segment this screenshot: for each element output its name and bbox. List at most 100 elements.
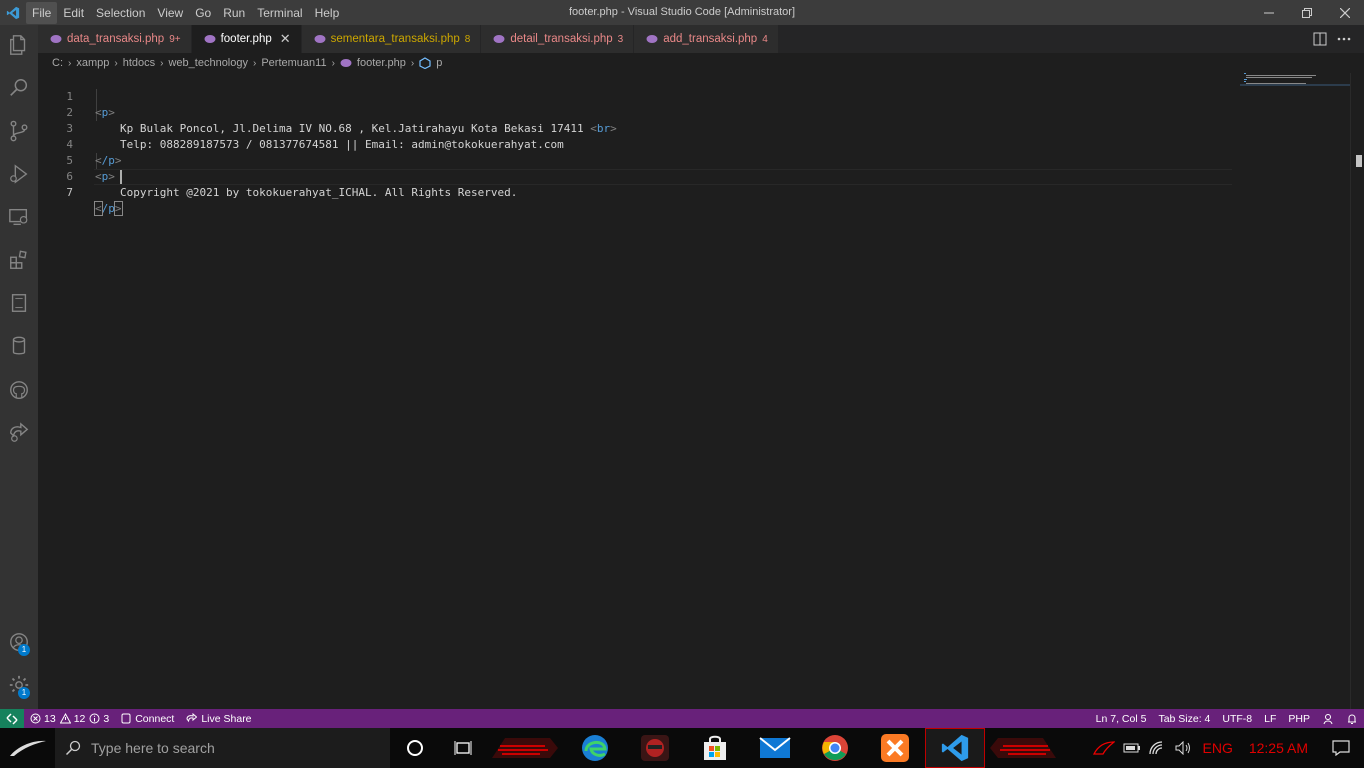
tab-data-transaksi[interactable]: data_transaksi.php 9+ [38,25,192,53]
taskbar-clock[interactable]: 12:25 AM [1239,740,1318,756]
github-icon[interactable] [0,370,38,410]
code-line: 4 </p> [38,121,1238,167]
activity-bar: 1 1 [0,25,38,709]
edge-browser-icon[interactable] [565,728,625,768]
breadcrumb-item[interactable]: htdocs [123,57,155,69]
menu-edit[interactable]: Edit [57,2,90,24]
settings-gear-icon[interactable]: 1 [0,665,38,705]
cortana-icon[interactable] [390,728,440,768]
language-mode[interactable]: PHP [1282,709,1316,728]
minimap[interactable] [1240,73,1350,93]
code-line: 5 <p> [38,137,1238,183]
tab-sementara-transaksi[interactable]: sementara_transaksi.php 8 [301,25,482,53]
tab-problem-count: 9+ [169,33,181,45]
notifications-bell-icon[interactable] [1340,709,1364,728]
breadcrumb-file[interactable]: footer.php [340,57,406,69]
close-tab-icon[interactable]: ✕ [280,31,291,47]
source-control-icon[interactable] [0,111,38,151]
task-view-icon[interactable] [440,728,485,768]
tab-problem-count: 3 [617,33,624,45]
tab-problem-count: 8 [464,33,471,45]
tab-footer[interactable]: footer.php ✕ [191,25,302,53]
breadcrumb-file-label: footer.php [356,57,406,69]
code-text: Copyright @2021 by tokokuerahyat_ICHAL. … [120,186,518,199]
feedback-icon[interactable] [1316,709,1340,728]
start-button[interactable] [0,728,55,768]
info-count: 3 [103,712,110,725]
volume-icon[interactable] [1171,741,1197,755]
connect-button[interactable]: Connect [115,709,180,728]
close-window-button[interactable] [1326,0,1364,25]
menu-run[interactable]: Run [217,2,251,24]
search-placeholder: Type here to search [91,740,215,756]
tab-label: add_transaksi.php [663,33,758,45]
vscode-logo-icon [0,0,26,25]
remote-indicator-button[interactable] [0,709,24,728]
breadcrumb-symbol[interactable]: p [419,57,442,69]
breadcrumb-item[interactable]: Pertemuan11 [261,57,326,69]
minimize-button[interactable] [1250,0,1288,25]
explorer-icon[interactable] [0,25,38,65]
accounts-icon[interactable]: 1 [0,622,38,662]
remote-explorer-icon[interactable] [0,197,38,237]
input-language-indicator[interactable]: ENG [1197,740,1239,756]
taskbar-search-box[interactable]: Type here to search [55,728,390,768]
code-line: 7 </p> [38,169,1238,216]
search-icon[interactable] [0,68,38,108]
tab-label: sementara_transaksi.php [330,33,460,45]
game-app-icon[interactable] [625,728,685,768]
chrome-browser-icon[interactable] [805,728,865,768]
end-of-line[interactable]: LF [1258,709,1282,728]
code-editor[interactable]: 1 <p> 2 Kp Bulak Poncol, Jl.Delima IV NO… [38,73,1364,709]
tab-detail-transaksi[interactable]: detail_transaksi.php 3 [481,25,635,53]
status-bar-right: Ln 7, Col 5 Tab Size: 4 UTF-8 LF PHP [1090,709,1364,728]
php-file-icon [314,33,326,45]
chevron-right-icon: › [68,57,72,69]
window-controls [1250,0,1364,25]
menu-selection[interactable]: Selection [90,2,151,24]
battery-icon[interactable] [1119,743,1145,753]
menu-go[interactable]: Go [189,2,217,24]
live-share-icon[interactable] [0,413,38,453]
tab-actions [1308,25,1364,53]
extensions-icon[interactable] [0,240,38,280]
code-line: 1 <p> [38,73,1238,119]
php-file-icon [50,33,62,45]
more-actions-icon[interactable] [1332,25,1356,53]
encoding[interactable]: UTF-8 [1216,709,1258,728]
microsoft-store-icon[interactable] [685,728,745,768]
restore-button[interactable] [1288,0,1326,25]
menu-terminal[interactable]: Terminal [251,2,308,24]
vertical-scrollbar[interactable] [1350,73,1364,709]
database-icon[interactable] [0,326,38,366]
wifi-icon[interactable] [1145,741,1171,755]
html-tag: /p [101,202,115,215]
menu-help[interactable]: Help [309,2,346,24]
menu-file[interactable]: File [26,1,58,24]
breadcrumb-item[interactable]: C: [52,57,63,69]
problems-button[interactable]: 13 12 3 [24,709,115,728]
breadcrumb: C: › xampp › htdocs › web_technology › P… [38,53,1364,73]
rog-tray-icon[interactable] [1089,740,1119,756]
php-file-icon [204,33,216,45]
split-editor-icon[interactable] [1308,25,1332,53]
scrollbar-marker [1356,155,1362,167]
mail-icon[interactable] [745,728,805,768]
run-debug-icon[interactable] [0,154,38,194]
breadcrumb-item[interactable]: web_technology [168,57,248,69]
live-share-button[interactable]: Live Share [180,709,257,728]
action-center-icon[interactable] [1318,740,1364,756]
vscode-taskbar-icon[interactable] [925,728,985,768]
php-file-icon [646,33,658,45]
php-file-icon [493,33,505,45]
tab-add-transaksi[interactable]: add_transaksi.php 4 [634,25,779,53]
tab-size[interactable]: Tab Size: 4 [1152,709,1216,728]
xampp-icon[interactable] [865,728,925,768]
warning-count: 12 [73,712,86,725]
text-cursor [120,170,122,184]
breadcrumb-item[interactable]: xampp [76,57,109,69]
tab-problem-count: 4 [762,33,768,45]
book-icon[interactable] [0,283,38,323]
menu-view[interactable]: View [151,2,189,24]
cursor-position[interactable]: Ln 7, Col 5 [1090,709,1153,728]
